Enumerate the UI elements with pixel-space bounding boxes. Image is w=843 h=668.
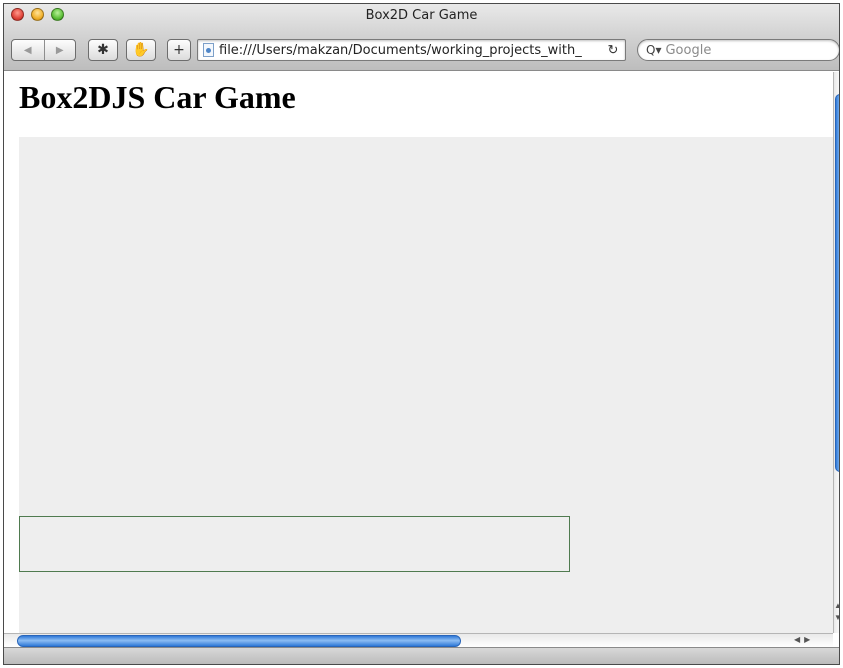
forward-arrow-icon: ▶ xyxy=(55,44,64,56)
back-arrow-icon: ◀ xyxy=(23,44,32,56)
scroll-up-arrow-icon[interactable]: ▲ xyxy=(834,600,839,612)
snapback-icon: ✱ xyxy=(97,42,109,58)
ground-body xyxy=(19,516,570,572)
scroll-down-arrow-icon[interactable]: ▼ xyxy=(834,612,839,624)
page-viewport: Box2DJS Car Game xyxy=(4,72,833,633)
reload-icon[interactable]: ↻ xyxy=(604,42,622,58)
browser-window: Box2D Car Game ◀ ▶ ✱ ✋ + file:///Users/m… xyxy=(3,3,840,665)
status-bar xyxy=(4,647,839,664)
address-bar[interactable]: file:///Users/makzan/Documents/working_p… xyxy=(197,39,626,61)
window-title: Box2D Car Game xyxy=(365,8,478,23)
search-input[interactable] xyxy=(665,42,826,58)
vertical-scrollbar[interactable]: ▲ ▼ xyxy=(833,72,839,633)
horizontal-scroll-thumb[interactable] xyxy=(17,635,461,647)
browser-chrome: Box2D Car Game ◀ ▶ ✱ ✋ + file:///Users/m… xyxy=(4,4,839,71)
search-icon[interactable]: Q▾ xyxy=(646,43,661,57)
add-bookmark-icon: + xyxy=(173,42,185,58)
horizontal-scrollbar[interactable]: ◀ ▶ xyxy=(4,633,833,647)
address-text[interactable]: file:///Users/makzan/Documents/working_p… xyxy=(219,43,604,58)
horizontal-scroll-arrows: ◀ ▶ xyxy=(794,635,810,647)
add-bookmark-button[interactable]: + xyxy=(167,39,191,61)
search-field[interactable]: Q▾ xyxy=(637,39,839,61)
back-forward-segment: ◀ ▶ xyxy=(11,39,76,61)
toolbar: ◀ ▶ ✱ ✋ + file:///Users/makzan/Documents… xyxy=(4,32,839,62)
page-icon xyxy=(203,43,214,57)
forward-button[interactable]: ▶ xyxy=(43,40,76,60)
snapback-button[interactable]: ✱ xyxy=(88,39,118,61)
vertical-scroll-thumb[interactable] xyxy=(835,94,839,472)
evernote-clip-icon: ✋ xyxy=(132,42,150,58)
scroll-right-arrow-icon[interactable]: ▶ xyxy=(804,635,810,647)
page-title: Box2DJS Car Game xyxy=(19,79,296,115)
evernote-clip-button[interactable]: ✋ xyxy=(126,39,156,61)
game-canvas[interactable] xyxy=(19,137,833,633)
back-button[interactable]: ◀ xyxy=(12,40,44,60)
title-bar[interactable]: Box2D Car Game xyxy=(4,4,839,26)
scroll-left-arrow-icon[interactable]: ◀ xyxy=(794,635,800,647)
